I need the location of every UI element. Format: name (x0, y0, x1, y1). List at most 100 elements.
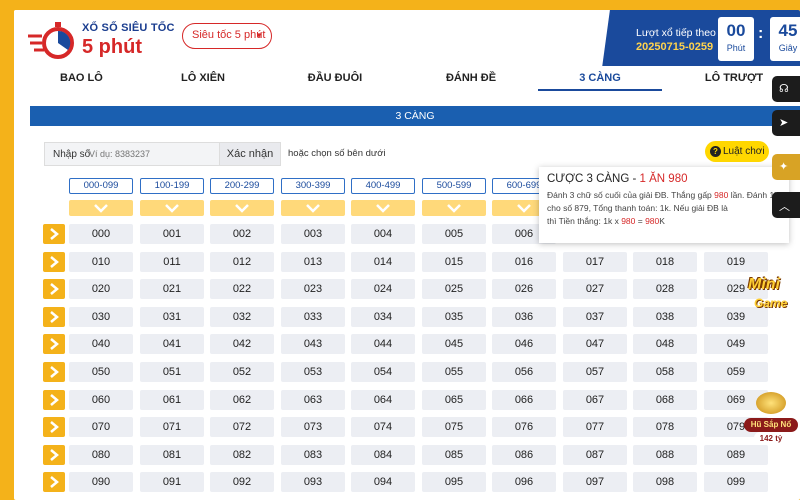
row-select-button[interactable] (43, 307, 65, 327)
number-cell[interactable]: 076 (492, 417, 556, 437)
number-cell[interactable]: 041 (140, 334, 204, 354)
number-cell[interactable]: 065 (422, 390, 486, 410)
number-cell[interactable]: 075 (422, 417, 486, 437)
number-cell[interactable]: 017 (563, 252, 627, 272)
number-cell[interactable]: 066 (492, 390, 556, 410)
number-cell[interactable]: 098 (633, 472, 697, 492)
number-cell[interactable]: 036 (492, 307, 556, 327)
number-cell[interactable]: 024 (351, 279, 415, 299)
number-cell[interactable]: 023 (281, 279, 345, 299)
number-cell[interactable]: 054 (351, 362, 415, 382)
row-select-button[interactable] (43, 362, 65, 382)
range-expand-button[interactable] (281, 200, 345, 216)
range-tab-400-499[interactable]: 400-499 (351, 178, 415, 194)
tab-dau-duoi[interactable]: ĐẦU ĐUÔI (304, 72, 366, 84)
number-cell[interactable]: 081 (140, 445, 204, 465)
number-cell[interactable]: 035 (422, 307, 486, 327)
range-expand-button[interactable] (69, 200, 133, 216)
range-tab-000-099[interactable]: 000-099 (69, 178, 133, 194)
number-cell[interactable]: 058 (633, 362, 697, 382)
number-cell[interactable]: 046 (492, 334, 556, 354)
number-cell[interactable]: 047 (563, 334, 627, 354)
jackpot-badge[interactable]: Hũ Sắp Nổ 142 tỷ (744, 392, 798, 448)
number-cell[interactable]: 050 (69, 362, 133, 382)
rules-button[interactable]: ? Luật chơi (705, 141, 769, 162)
number-cell[interactable]: 052 (210, 362, 274, 382)
tab-lo-truot[interactable]: LÔ TRƯỢT (704, 72, 764, 84)
number-cell[interactable]: 016 (492, 252, 556, 272)
number-cell[interactable]: 021 (140, 279, 204, 299)
number-cell[interactable]: 045 (422, 334, 486, 354)
number-cell[interactable]: 018 (633, 252, 697, 272)
number-cell[interactable]: 015 (422, 252, 486, 272)
number-cell[interactable]: 005 (422, 224, 486, 244)
number-cell[interactable]: 061 (140, 390, 204, 410)
gift-button[interactable]: ✦ (772, 154, 800, 180)
number-cell[interactable]: 051 (140, 362, 204, 382)
scroll-top-button[interactable]: ︿ (772, 192, 800, 218)
number-cell[interactable]: 040 (69, 334, 133, 354)
number-cell[interactable]: 073 (281, 417, 345, 437)
number-cell[interactable]: 053 (281, 362, 345, 382)
number-cell[interactable]: 062 (210, 390, 274, 410)
number-cell[interactable]: 087 (563, 445, 627, 465)
logo[interactable]: XỔ SỐ SIÊU TỐC 5 phút (28, 18, 174, 60)
number-cell[interactable]: 055 (422, 362, 486, 382)
number-cell[interactable]: 043 (281, 334, 345, 354)
number-cell[interactable]: 085 (422, 445, 486, 465)
range-tab-300-399[interactable]: 300-399 (281, 178, 345, 194)
number-cell[interactable]: 042 (210, 334, 274, 354)
number-cell[interactable]: 060 (69, 390, 133, 410)
number-cell[interactable]: 033 (281, 307, 345, 327)
number-cell[interactable]: 001 (140, 224, 204, 244)
telegram-button[interactable]: ➤ (772, 110, 800, 136)
number-cell[interactable]: 094 (351, 472, 415, 492)
number-cell[interactable]: 002 (210, 224, 274, 244)
number-cell[interactable]: 025 (422, 279, 486, 299)
number-cell[interactable]: 078 (633, 417, 697, 437)
number-cell[interactable]: 092 (210, 472, 274, 492)
number-cell[interactable]: 093 (281, 472, 345, 492)
range-expand-button[interactable] (422, 200, 486, 216)
number-cell[interactable]: 089 (704, 445, 768, 465)
tab-bao-lo[interactable]: BAO LÔ (60, 72, 103, 84)
number-cell[interactable]: 038 (633, 307, 697, 327)
number-cell[interactable]: 037 (563, 307, 627, 327)
number-cell[interactable]: 004 (351, 224, 415, 244)
tab-danh-de[interactable]: ĐÁNH ĐỀ (444, 72, 498, 84)
number-cell[interactable]: 032 (210, 307, 274, 327)
number-cell[interactable]: 059 (704, 362, 768, 382)
row-select-button[interactable] (43, 390, 65, 410)
number-cell[interactable]: 088 (633, 445, 697, 465)
tab-lo-xien[interactable]: LÔ XIÊN (178, 72, 228, 84)
range-tab-200-299[interactable]: 200-299 (210, 178, 274, 194)
number-cell[interactable]: 077 (563, 417, 627, 437)
range-tab-500-599[interactable]: 500-599 (422, 178, 486, 194)
row-select-button[interactable] (43, 417, 65, 437)
row-select-button[interactable] (43, 334, 65, 354)
number-cell[interactable]: 056 (492, 362, 556, 382)
number-cell[interactable]: 003 (281, 224, 345, 244)
number-cell[interactable]: 013 (281, 252, 345, 272)
number-cell[interactable]: 030 (69, 307, 133, 327)
row-select-button[interactable] (43, 252, 65, 272)
number-cell[interactable]: 011 (140, 252, 204, 272)
number-cell[interactable]: 083 (281, 445, 345, 465)
support-button[interactable]: ☊ (772, 76, 800, 102)
number-cell[interactable]: 014 (351, 252, 415, 272)
number-cell[interactable]: 099 (704, 472, 768, 492)
number-cell[interactable]: 063 (281, 390, 345, 410)
number-cell[interactable]: 090 (69, 472, 133, 492)
number-cell[interactable]: 000 (69, 224, 133, 244)
number-cell[interactable]: 084 (351, 445, 415, 465)
number-cell[interactable]: 071 (140, 417, 204, 437)
number-cell[interactable]: 012 (210, 252, 274, 272)
row-select-button[interactable] (43, 445, 65, 465)
number-cell[interactable]: 049 (704, 334, 768, 354)
row-select-button[interactable] (43, 279, 65, 299)
tab-3-cang[interactable]: 3 CÀNG (574, 72, 626, 84)
number-cell[interactable]: 031 (140, 307, 204, 327)
number-cell[interactable]: 070 (69, 417, 133, 437)
number-cell[interactable]: 022 (210, 279, 274, 299)
number-cell[interactable]: 096 (492, 472, 556, 492)
